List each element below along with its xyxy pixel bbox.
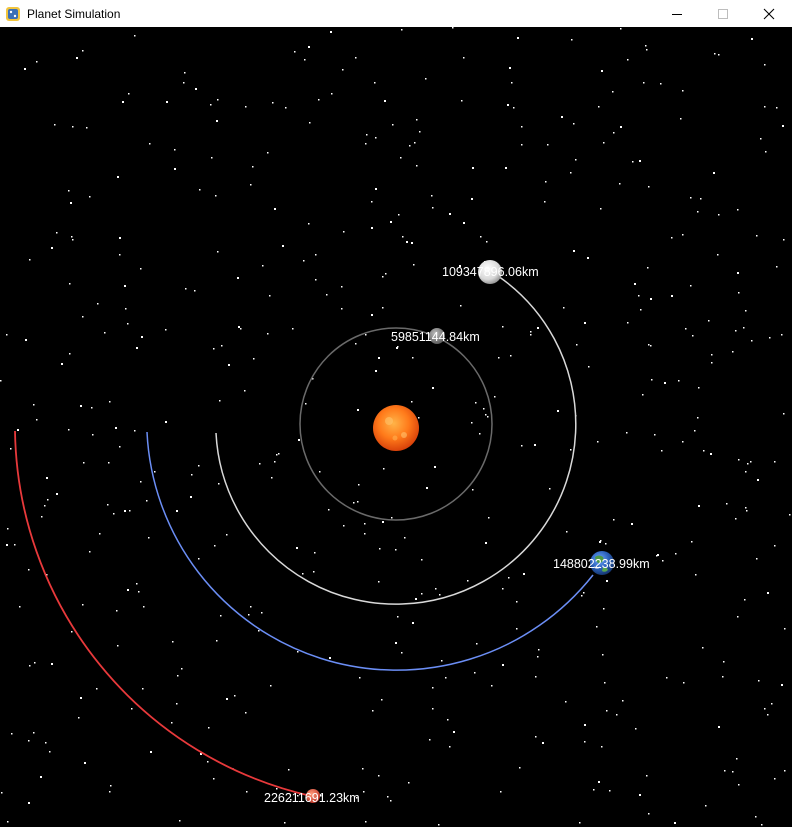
mercury-distance-label: 59851144.84km [391, 330, 480, 344]
window-title: Planet Simulation [27, 6, 121, 21]
sun [373, 405, 419, 451]
mars-distance-label: 226211691.23km [264, 791, 360, 805]
maximize-icon [718, 8, 728, 19]
python-icon [6, 6, 20, 21]
earth-orbit [146, 431, 594, 671]
venus-distance-label: 109347896.06km [442, 265, 539, 279]
minimize-button[interactable] [654, 0, 700, 27]
app-window: Planet Simulation 59851144.84km 10934789… [0, 0, 792, 827]
mars-orbit [14, 430, 312, 797]
maximize-button[interactable] [700, 0, 746, 27]
close-button[interactable] [746, 0, 792, 27]
space-view: 59851144.84km 109347896.06km 148802238.9… [0, 27, 791, 826]
earth-distance-label: 148802238.99km [553, 557, 650, 571]
minimize-icon [672, 13, 682, 15]
close-icon [763, 8, 775, 19]
title-bar[interactable]: Planet Simulation [0, 0, 792, 27]
simulation-canvas[interactable]: 59851144.84km 109347896.06km 148802238.9… [0, 27, 792, 827]
window-controls [654, 0, 792, 27]
